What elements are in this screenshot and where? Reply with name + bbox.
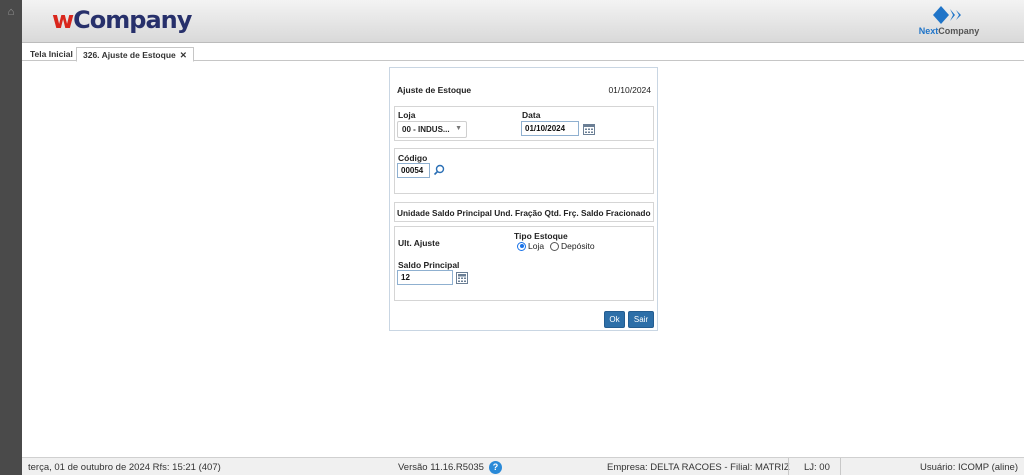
wcompany-logo: wCompany [52, 6, 192, 34]
status-bar: terça, 01 de outubro de 2024 Rfs: 15:21 … [22, 457, 1024, 475]
ajuste-section: Ult. Ajuste Tipo Estoque Loja Depósito S… [394, 226, 654, 301]
tab-home[interactable]: Tela Inicial [24, 47, 79, 61]
radio-loja-dot[interactable] [517, 241, 526, 251]
nextcompany-logo: NextCompany [914, 4, 984, 38]
radio-deposito[interactable]: Depósito [550, 241, 595, 251]
codigo-label: Código [398, 153, 428, 163]
columns-text: Unidade Saldo Principal Und. Fração Qtd.… [397, 208, 651, 218]
status-lj: LJ: 00 [804, 462, 830, 473]
data-label: Data [522, 110, 541, 120]
radio-loja[interactable]: Loja [517, 241, 544, 251]
status-user: Usuário: ICOMP (aline) [919, 462, 1018, 473]
status-divider [788, 458, 789, 475]
search-icon[interactable] [433, 164, 445, 176]
status-empresa: Empresa: DELTA RACOES - Filial: MATRIZ [607, 462, 790, 473]
tab-ajuste-estoque[interactable]: 326. Ajuste de Estoque ✕ [76, 47, 194, 62]
radio-loja-label: Loja [528, 241, 545, 251]
data-input[interactable]: 01/10/2024 [521, 121, 579, 136]
dialog-date: 01/10/2024 [608, 85, 651, 95]
saldo-principal-label: Saldo Principal [398, 260, 460, 270]
ok-button[interactable]: Ok [604, 311, 625, 328]
tipo-estoque-label: Tipo Estoque [514, 231, 568, 241]
codigo-input[interactable]: 00054 [397, 163, 430, 178]
help-icon[interactable]: ? [489, 461, 502, 474]
sair-button[interactable]: Sair [628, 311, 654, 328]
chevron-down-icon: ▼ [455, 125, 462, 132]
loja-data-section: Loja 00 - INDUS... ▼ Data 01/10/2024 [394, 106, 654, 141]
status-date: terça, 01 de outubro de 2024 Rfs: 15:21 … [28, 462, 221, 473]
ult-ajuste-label: Ult. Ajuste [398, 238, 440, 248]
dialog-header: Ajuste de Estoque 01/10/2024 [395, 72, 653, 102]
status-divider [840, 458, 841, 475]
app-header: wCompany NextCompany [22, 0, 1024, 43]
saldo-principal-input[interactable]: 12 [397, 270, 453, 285]
loja-select[interactable]: 00 - INDUS... ▼ [397, 121, 467, 138]
status-version: Versão 11.16.R5035 [398, 462, 484, 473]
radio-deposito-dot[interactable] [550, 241, 559, 251]
dialog-title: Ajuste de Estoque [397, 85, 472, 95]
calendar-icon[interactable] [583, 123, 595, 135]
left-sidebar-strip: ⌂ [0, 0, 22, 475]
tab-bar: Tela Inicial 326. Ajuste de Estoque ✕ [22, 44, 1024, 62]
diamond-arrows-logo-icon [933, 6, 961, 24]
radio-deposito-label: Depósito [561, 241, 595, 251]
calculator-icon[interactable] [456, 272, 468, 284]
loja-label: Loja [398, 110, 416, 120]
ajuste-estoque-dialog: Ajuste de Estoque 01/10/2024 Loja 00 - I… [389, 67, 658, 331]
codigo-section: Código 00054 [394, 148, 654, 194]
close-tab-icon[interactable]: ✕ [180, 50, 187, 60]
home-icon[interactable]: ⌂ [4, 6, 18, 18]
columns-header: Unidade Saldo Principal Und. Fração Qtd.… [394, 202, 654, 222]
